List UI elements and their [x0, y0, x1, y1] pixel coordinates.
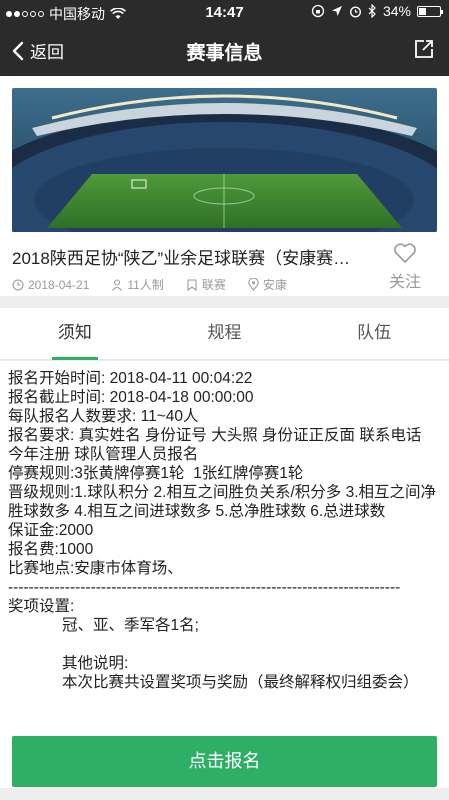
tab-teams[interactable]: 队伍	[299, 308, 449, 359]
bottom-spacer	[0, 788, 449, 800]
notice-line: 报名费:1000	[8, 541, 94, 558]
share-button[interactable]	[413, 38, 435, 65]
location-icon	[331, 6, 342, 16]
notice-line: 保证金:2000	[8, 522, 94, 539]
nav-bar: 返回 赛事信息	[0, 24, 449, 76]
awards-line: 冠、亚、季军各1名;	[62, 617, 199, 634]
event-format-label: 11人制	[127, 278, 164, 292]
notice-line: 报名开始时间: 2018-04-11 00:04:22	[8, 370, 253, 387]
event-location-label: 安康	[262, 278, 287, 292]
event-date-label: 2018-04-21	[28, 277, 90, 292]
follow-button[interactable]: 关注	[385, 242, 425, 292]
event-location: 安康	[248, 276, 287, 293]
lock-rotation-icon	[311, 4, 325, 18]
clock-icon	[12, 278, 24, 291]
notice-line: 停赛规则:3张黄牌停赛1轮 1张红牌停赛1轮	[8, 465, 304, 482]
map-pin-icon	[248, 278, 259, 291]
notice-line: 报名截止时间: 2018-04-18 00:00:00	[8, 389, 254, 406]
page-title: 赛事信息	[186, 43, 263, 64]
heart-icon	[394, 243, 416, 263]
notice-line: 晋级规则:1.球队积分 2.相互之间胜负关系/积分多 3.相互之间净胜球数多 4…	[8, 484, 437, 520]
other-heading: 其他说明:	[62, 655, 129, 672]
notice-line: 比赛地点:安康市体育场、	[8, 560, 183, 577]
notice-divider: ----------------------------------------…	[8, 579, 401, 596]
tab-notice[interactable]: 须知	[0, 308, 150, 360]
tab-rules[interactable]: 规程	[150, 308, 300, 359]
status-bar: 中国移动 14:47 34%	[0, 0, 449, 24]
battery-icon	[417, 5, 443, 17]
event-type: 联赛	[186, 276, 226, 293]
stadium-banner-image	[12, 88, 437, 232]
person-icon	[112, 278, 123, 291]
event-format: 11人制	[111, 276, 164, 293]
tab-bar: 须知 规程 队伍	[0, 308, 449, 360]
notice-line: 报名要求: 真实姓名 身份证号 大头照 身份证正反面 联系电话 今年注册 球队管…	[8, 427, 426, 463]
event-type-label: 联赛	[201, 278, 226, 292]
event-date: 2018-04-21	[12, 278, 89, 292]
share-icon	[415, 40, 433, 58]
bluetooth-icon	[368, 4, 376, 18]
follow-label: 关注	[388, 274, 421, 291]
battery-percent: 34%	[382, 3, 411, 19]
alarm-icon	[349, 5, 361, 18]
awards-heading: 奖项设置:	[8, 598, 75, 615]
status-icons: 34%	[311, 3, 443, 19]
other-line: 本次比赛共设置奖项与奖励（最终解释权归组委会）	[62, 674, 419, 691]
notice-line: 每队报名人数要求: 11~40人	[8, 408, 199, 425]
event-title: 2018陕西足协“陕乙”业余足球联赛（安康赛…	[12, 249, 351, 268]
flag-icon	[187, 278, 197, 291]
notice-content: 报名开始时间: 2018-04-11 00:04:22 报名截止时间: 2018…	[0, 361, 449, 800]
register-button[interactable]: 点击报名	[12, 736, 437, 787]
event-meta: 2018-04-21 11人制 联赛 安康	[12, 276, 309, 293]
event-card: 2018陕西足协“陕乙”业余足球联赛（安康赛… 2018-04-21 11人制 …	[0, 76, 449, 296]
